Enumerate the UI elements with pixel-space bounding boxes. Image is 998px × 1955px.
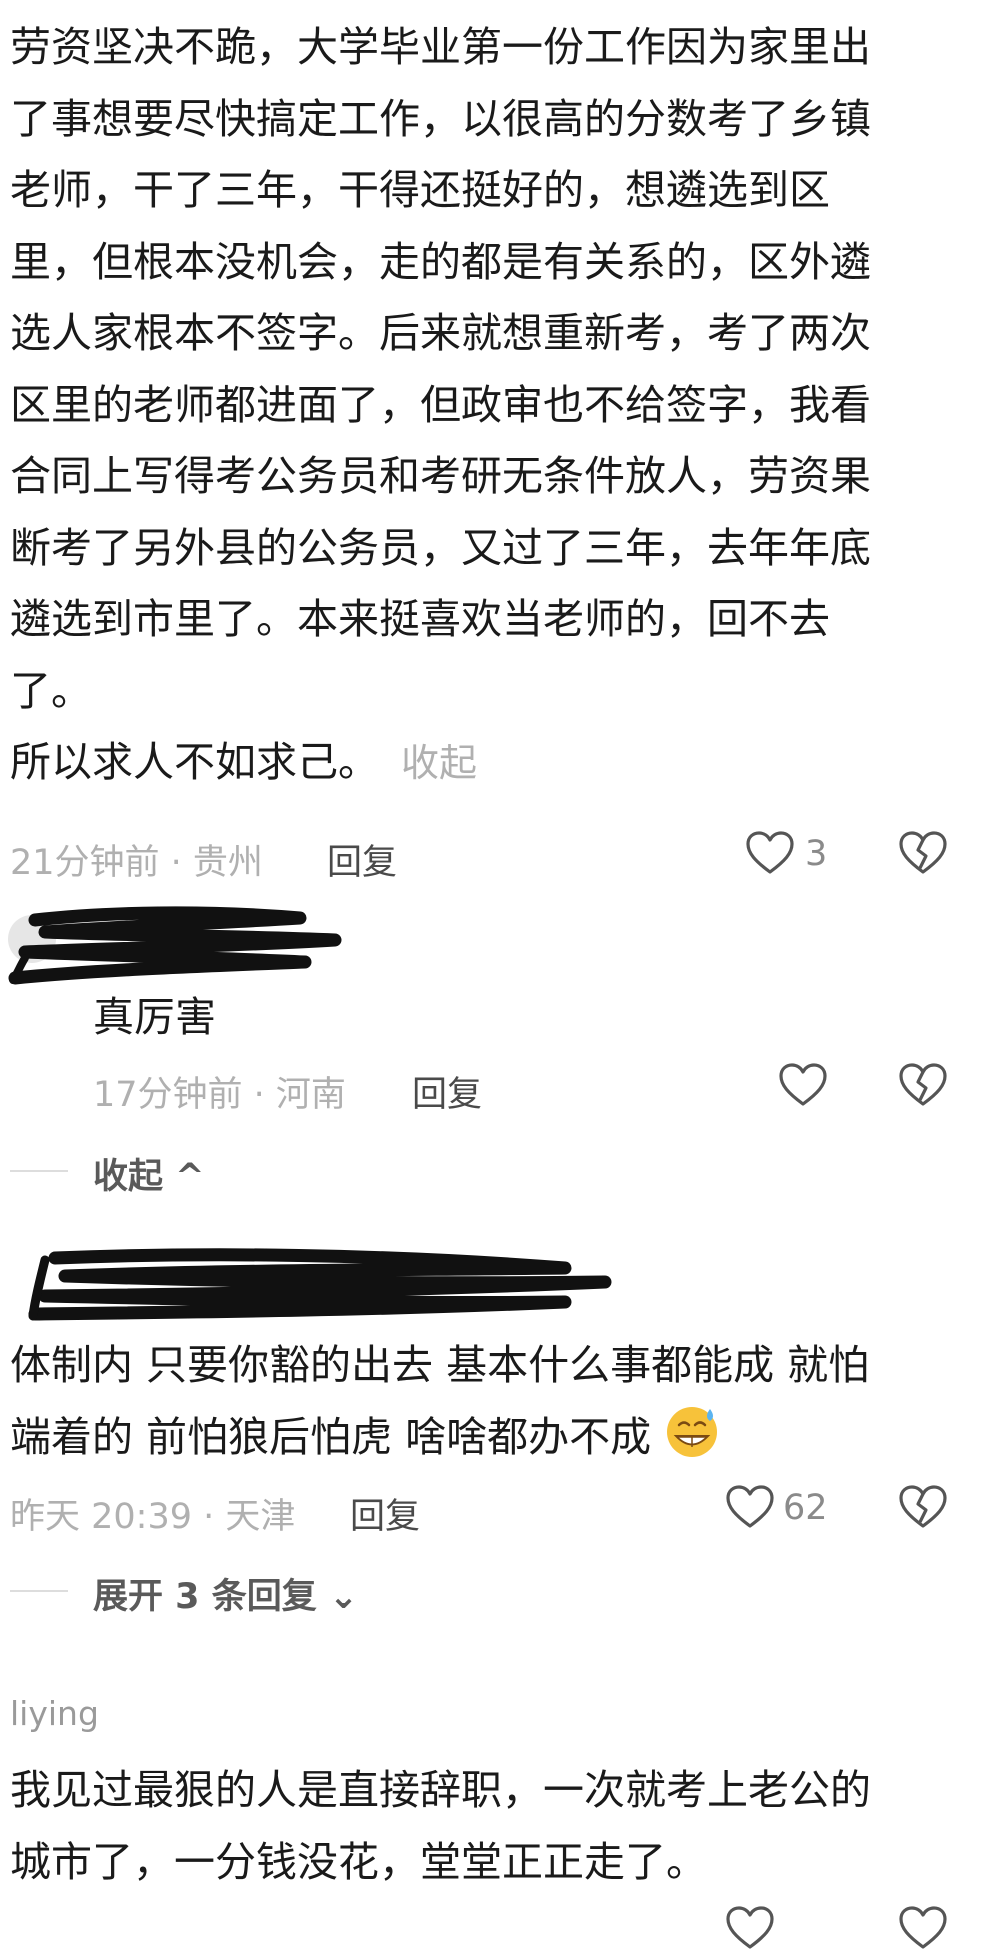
- comment-1-like-count: 3: [805, 834, 828, 874]
- broken-heart-icon: [899, 1906, 947, 1949]
- comment-1-line: 断考了另外县的公务员，又过了三年，去年年底: [10, 523, 871, 572]
- comment-2-body: 体制内 只要你豁的出去 基本什么事都能成 就怕 端着的 前怕狼后怕虎 啥啥都办不…: [10, 1330, 990, 1473]
- comment-1-line: 区里的老师都进面了，但政审也不给签字，我看: [10, 380, 871, 429]
- collapse-text-link[interactable]: 收起: [401, 741, 477, 785]
- comment-1-line: 了事想要尽快搞定工作，以很高的分数考了乡镇: [10, 94, 871, 143]
- heart-icon: [726, 1906, 774, 1949]
- comment-2-like-count: 62: [783, 1488, 828, 1528]
- reply-1-username-redaction: [8, 906, 342, 985]
- reply-1-text: 真厉害: [93, 993, 216, 1041]
- comment-2-line-text: 端着的 前怕狼后怕虎 啥啥都办不成: [10, 1412, 652, 1461]
- comment-2-reply-button[interactable]: 回复: [350, 1488, 420, 1539]
- collapse-divider: [10, 1170, 68, 1172]
- reply-1-dislike-button[interactable]: [898, 1062, 948, 1112]
- comment-1-line: 了。: [10, 666, 92, 715]
- comment-1-reply-button[interactable]: 回复: [327, 834, 397, 885]
- comment-1-like-button[interactable]: [745, 830, 795, 880]
- collapse-replies-button[interactable]: 收起 ^: [93, 1148, 205, 1199]
- comment-1-line: 合同上写得考公务员和考研无条件放人，劳资果: [10, 452, 871, 500]
- comment-1-line: 劳资坚决不跪，大学毕业第一份工作因为家里出: [10, 23, 871, 71]
- comment-3-username[interactable]: liying: [10, 1694, 99, 1733]
- comment-1-line: 选人家根本不签字。后来就想重新考，考了两次: [10, 309, 871, 357]
- comment-2-line: 体制内 只要你豁的出去 基本什么事都能成 就怕: [10, 1341, 870, 1389]
- comment-1-dislike-button[interactable]: [898, 830, 948, 880]
- comment-1-last-line: 所以求人不如求己。: [10, 738, 379, 786]
- reply-1-meta: 17分钟前 · 河南: [93, 1075, 346, 1115]
- comment-2-like-button[interactable]: [725, 1484, 775, 1534]
- broken-heart-icon: [899, 831, 947, 874]
- comment-1-line: 遴选到市里了。本来挺喜欢当老师的，回不去: [10, 595, 830, 643]
- expand-replies-button[interactable]: 展开 3 条回复 ⌄: [93, 1568, 358, 1619]
- comment-1-line: 里，但根本没机会，走的都是有关系的，区外遴: [10, 237, 871, 286]
- comment-1-line: 老师，干了三年，干得还挺好的，想遴选到区: [10, 166, 830, 214]
- comment-3-line: 我见过最狠的人是直接辞职，一次就考上老公的: [10, 1766, 871, 1814]
- comment-2-username-redaction: [28, 1248, 612, 1321]
- comment-3-line: 城市了，一分钱没花，堂堂正正走了。: [10, 1837, 707, 1886]
- comment-3-dislike-button[interactable]: [898, 1905, 948, 1955]
- broken-heart-icon: [899, 1063, 947, 1106]
- comment-3-body: 我见过最狠的人是直接辞职，一次就考上老公的 城市了，一分钱没花，堂堂正正走了。: [10, 1755, 990, 1898]
- heart-icon: [779, 1063, 827, 1106]
- comment-2-dislike-button[interactable]: [898, 1484, 948, 1534]
- comment-2-meta: 昨天 20:39 · 天津: [10, 1497, 296, 1537]
- comment-1-body: 劳资坚决不跪，大学毕业第一份工作因为家里出 了事想要尽快搞定工作，以很高的分数考…: [10, 12, 990, 800]
- comment-1-line: 所以求人不如求己。 收起: [10, 727, 990, 800]
- grinning-sweat-emoji-icon: [667, 1406, 718, 1457]
- expand-divider: [10, 1590, 68, 1592]
- heart-icon: [746, 831, 794, 874]
- reply-1-like-button[interactable]: [778, 1062, 828, 1112]
- comment-1-meta: 21分钟前 · 贵州: [10, 843, 263, 883]
- reply-1-reply-button[interactable]: 回复: [412, 1066, 482, 1117]
- comment-3-like-button[interactable]: [725, 1905, 775, 1955]
- heart-icon: [726, 1485, 774, 1528]
- comment-2-line: 端着的 前怕狼后怕虎 啥啥都办不成: [10, 1402, 990, 1474]
- broken-heart-icon: [899, 1485, 947, 1528]
